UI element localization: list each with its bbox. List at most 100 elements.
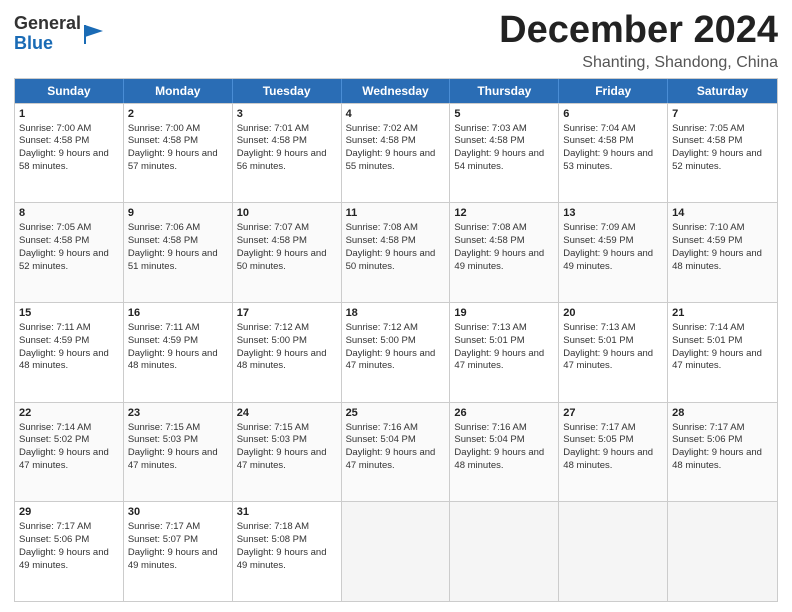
sunset-text: Sunset: 5:05 PM	[563, 434, 663, 447]
sunset-text: Sunset: 5:01 PM	[672, 335, 773, 348]
day-number: 16	[128, 306, 228, 321]
day-number: 28	[672, 406, 773, 421]
day-cell-5: 5 Sunrise: 7:03 AM Sunset: 4:58 PM Dayli…	[450, 104, 559, 203]
sunset-text: Sunset: 5:08 PM	[237, 534, 337, 547]
logo-text: General Blue	[14, 14, 81, 54]
header-saturday: Saturday	[668, 79, 777, 103]
sunset-text: Sunset: 4:58 PM	[346, 135, 446, 148]
day-cell-7: 7 Sunrise: 7:05 AM Sunset: 4:58 PM Dayli…	[668, 104, 777, 203]
day-cell-19: 19 Sunrise: 7:13 AM Sunset: 5:01 PM Dayl…	[450, 303, 559, 402]
day-number: 13	[563, 206, 663, 221]
day-cell-13: 13 Sunrise: 7:09 AM Sunset: 4:59 PM Dayl…	[559, 203, 668, 302]
day-cell-25: 25 Sunrise: 7:16 AM Sunset: 5:04 PM Dayl…	[342, 403, 451, 502]
day-cell-24: 24 Sunrise: 7:15 AM Sunset: 5:03 PM Dayl…	[233, 403, 342, 502]
sunrise-text: Sunrise: 7:17 AM	[563, 422, 663, 435]
day-cell-3: 3 Sunrise: 7:01 AM Sunset: 4:58 PM Dayli…	[233, 104, 342, 203]
day-number: 12	[454, 206, 554, 221]
sunrise-text: Sunrise: 7:18 AM	[237, 521, 337, 534]
sunrise-text: Sunrise: 7:02 AM	[346, 123, 446, 136]
daylight-text: Daylight: 9 hours and 49 minutes.	[19, 547, 119, 573]
sunrise-text: Sunrise: 7:14 AM	[672, 322, 773, 335]
day-cell-23: 23 Sunrise: 7:15 AM Sunset: 5:03 PM Dayl…	[124, 403, 233, 502]
daylight-text: Daylight: 9 hours and 47 minutes.	[672, 348, 773, 374]
header: General Blue December 2024 Shanting, Sha…	[14, 10, 778, 72]
daylight-text: Daylight: 9 hours and 57 minutes.	[128, 148, 228, 174]
day-number: 27	[563, 406, 663, 421]
header-monday: Monday	[124, 79, 233, 103]
sunset-text: Sunset: 5:04 PM	[346, 434, 446, 447]
daylight-text: Daylight: 9 hours and 47 minutes.	[128, 447, 228, 473]
daylight-text: Daylight: 9 hours and 49 minutes.	[237, 547, 337, 573]
daylight-text: Daylight: 9 hours and 55 minutes.	[346, 148, 446, 174]
day-cell-21: 21 Sunrise: 7:14 AM Sunset: 5:01 PM Dayl…	[668, 303, 777, 402]
day-cell-30: 30 Sunrise: 7:17 AM Sunset: 5:07 PM Dayl…	[124, 502, 233, 601]
day-number: 18	[346, 306, 446, 321]
day-cell-4: 4 Sunrise: 7:02 AM Sunset: 4:58 PM Dayli…	[342, 104, 451, 203]
daylight-text: Daylight: 9 hours and 53 minutes.	[563, 148, 663, 174]
day-cell-31: 31 Sunrise: 7:18 AM Sunset: 5:08 PM Dayl…	[233, 502, 342, 601]
day-number: 23	[128, 406, 228, 421]
day-number: 5	[454, 107, 554, 122]
day-number: 8	[19, 206, 119, 221]
day-cell-2: 2 Sunrise: 7:00 AM Sunset: 4:58 PM Dayli…	[124, 104, 233, 203]
logo-general: General	[14, 13, 81, 33]
sunrise-text: Sunrise: 7:01 AM	[237, 123, 337, 136]
sunset-text: Sunset: 5:00 PM	[237, 335, 337, 348]
daylight-text: Daylight: 9 hours and 56 minutes.	[237, 148, 337, 174]
daylight-text: Daylight: 9 hours and 52 minutes.	[19, 248, 119, 274]
daylight-text: Daylight: 9 hours and 49 minutes.	[128, 547, 228, 573]
sunrise-text: Sunrise: 7:09 AM	[563, 222, 663, 235]
day-cell-9: 9 Sunrise: 7:06 AM Sunset: 4:58 PM Dayli…	[124, 203, 233, 302]
sunrise-text: Sunrise: 7:00 AM	[19, 123, 119, 136]
day-number: 17	[237, 306, 337, 321]
page: General Blue December 2024 Shanting, Sha…	[0, 0, 792, 612]
daylight-text: Daylight: 9 hours and 48 minutes.	[672, 248, 773, 274]
day-number: 11	[346, 206, 446, 221]
day-number: 24	[237, 406, 337, 421]
sunrise-text: Sunrise: 7:14 AM	[19, 422, 119, 435]
daylight-text: Daylight: 9 hours and 50 minutes.	[346, 248, 446, 274]
day-number: 19	[454, 306, 554, 321]
sunrise-text: Sunrise: 7:05 AM	[19, 222, 119, 235]
sunset-text: Sunset: 5:07 PM	[128, 534, 228, 547]
sunrise-text: Sunrise: 7:16 AM	[346, 422, 446, 435]
header-tuesday: Tuesday	[233, 79, 342, 103]
sunrise-text: Sunrise: 7:15 AM	[128, 422, 228, 435]
daylight-text: Daylight: 9 hours and 51 minutes.	[128, 248, 228, 274]
sunrise-text: Sunrise: 7:12 AM	[346, 322, 446, 335]
day-cell-29: 29 Sunrise: 7:17 AM Sunset: 5:06 PM Dayl…	[15, 502, 124, 601]
daylight-text: Daylight: 9 hours and 48 minutes.	[454, 447, 554, 473]
daylight-text: Daylight: 9 hours and 47 minutes.	[237, 447, 337, 473]
sunset-text: Sunset: 5:04 PM	[454, 434, 554, 447]
day-number: 15	[19, 306, 119, 321]
header-wednesday: Wednesday	[342, 79, 451, 103]
day-cell-27: 27 Sunrise: 7:17 AM Sunset: 5:05 PM Dayl…	[559, 403, 668, 502]
sunrise-text: Sunrise: 7:08 AM	[346, 222, 446, 235]
calendar-row-2: 8 Sunrise: 7:05 AM Sunset: 4:58 PM Dayli…	[15, 202, 777, 302]
daylight-text: Daylight: 9 hours and 54 minutes.	[454, 148, 554, 174]
daylight-text: Daylight: 9 hours and 48 minutes.	[237, 348, 337, 374]
sunset-text: Sunset: 4:58 PM	[454, 135, 554, 148]
sunset-text: Sunset: 4:58 PM	[563, 135, 663, 148]
sunset-text: Sunset: 4:58 PM	[454, 235, 554, 248]
daylight-text: Daylight: 9 hours and 58 minutes.	[19, 148, 119, 174]
empty-cell	[342, 502, 451, 601]
sunrise-text: Sunrise: 7:11 AM	[128, 322, 228, 335]
sunrise-text: Sunrise: 7:12 AM	[237, 322, 337, 335]
calendar-row-4: 22 Sunrise: 7:14 AM Sunset: 5:02 PM Dayl…	[15, 402, 777, 502]
sunset-text: Sunset: 5:03 PM	[128, 434, 228, 447]
header-thursday: Thursday	[450, 79, 559, 103]
sunset-text: Sunset: 4:59 PM	[672, 235, 773, 248]
calendar-header: Sunday Monday Tuesday Wednesday Thursday…	[15, 79, 777, 103]
sunset-text: Sunset: 4:58 PM	[19, 235, 119, 248]
daylight-text: Daylight: 9 hours and 52 minutes.	[672, 148, 773, 174]
day-number: 30	[128, 505, 228, 520]
day-number: 6	[563, 107, 663, 122]
sunset-text: Sunset: 4:58 PM	[346, 235, 446, 248]
sunrise-text: Sunrise: 7:15 AM	[237, 422, 337, 435]
day-cell-14: 14 Sunrise: 7:10 AM Sunset: 4:59 PM Dayl…	[668, 203, 777, 302]
day-number: 10	[237, 206, 337, 221]
sunrise-text: Sunrise: 7:04 AM	[563, 123, 663, 136]
daylight-text: Daylight: 9 hours and 47 minutes.	[346, 348, 446, 374]
day-cell-15: 15 Sunrise: 7:11 AM Sunset: 4:59 PM Dayl…	[15, 303, 124, 402]
